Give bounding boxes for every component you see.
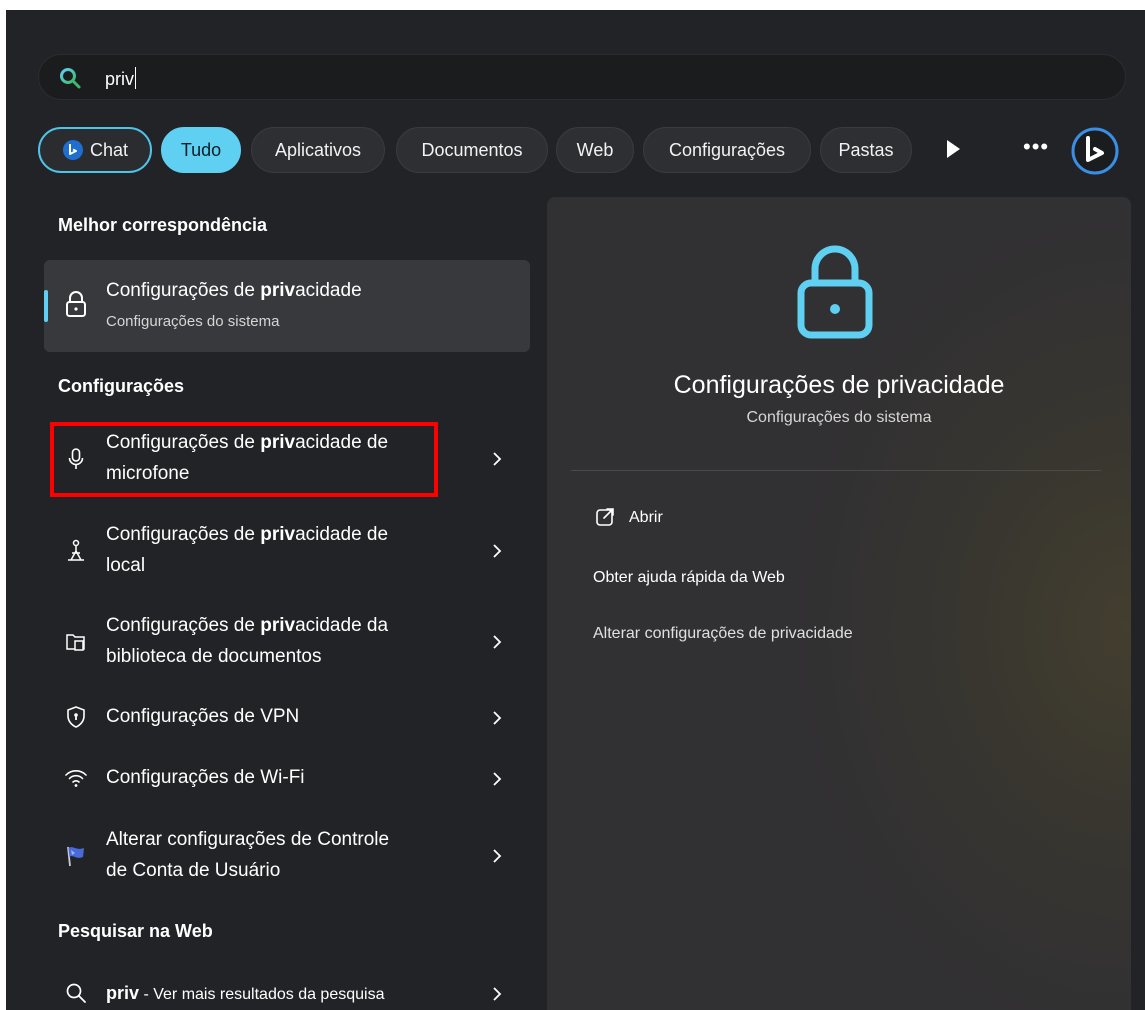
chevron-right-icon — [492, 451, 502, 467]
document-library-icon — [66, 634, 85, 651]
location-person-icon — [68, 539, 84, 561]
chip-chat-label: Chat — [89, 139, 129, 160]
settings-item-vpn[interactable]: Configurações de VPN — [50, 695, 530, 739]
preview-subtitle: Configurações do sistema — [746, 409, 932, 426]
chevron-right-icon — [492, 986, 502, 1002]
best-match-item[interactable]: Configurações de privacidade Configuraçõ… — [44, 260, 530, 352]
shield-icon — [67, 706, 85, 728]
chip-aplicativos[interactable]: Aplicativos — [251, 127, 385, 173]
settings-item-user-account-control[interactable]: Alterar configurações de Controle de Cont… — [50, 821, 530, 891]
settings-item-label: Alterar configurações de Controle de Cont… — [106, 829, 390, 881]
chip-chat[interactable]: Chat — [38, 127, 152, 173]
settings-item-label: Configurações de privacidade de local — [106, 524, 389, 576]
uac-flag-icon — [67, 846, 84, 867]
lock-icon — [66, 291, 86, 317]
settings-item-label: Configurações de VPN — [106, 706, 300, 727]
best-match-heading: Melhor correspondência — [58, 215, 268, 235]
bing-chat-icon — [62, 140, 83, 160]
chip-tudo-label: Tudo — [180, 139, 222, 160]
chevron-right-icon — [492, 848, 502, 864]
settings-heading: Configurações — [58, 376, 185, 396]
web-search-result[interactable]: priv - Ver mais resultados da pesquisa — [50, 973, 530, 1010]
chevron-right-icon — [492, 634, 502, 650]
chip-pastas[interactable]: Pastas — [820, 127, 912, 173]
chevron-right-icon — [492, 543, 502, 559]
chevron-right-icon — [492, 771, 502, 787]
chip-web[interactable]: Web — [556, 127, 634, 173]
chip-configuracoes-label: Configurações — [668, 139, 786, 160]
bing-icon[interactable] — [1070, 126, 1120, 176]
preview-title: Configurações de privacidade — [673, 371, 1005, 399]
settings-item-location-privacy[interactable]: Configurações de privacidade de local — [50, 516, 530, 586]
divider — [571, 470, 1101, 471]
text-caret — [135, 67, 137, 89]
chip-aplicativos-label: Aplicativos — [274, 139, 362, 160]
web-search-heading: Pesquisar na Web — [58, 921, 213, 941]
settings-item-document-library-privacy[interactable]: Configurações de privacidade da bibliotec… — [50, 607, 530, 677]
chip-pastas-label: Pastas — [838, 139, 894, 160]
wifi-icon — [65, 770, 87, 787]
search-input[interactable]: priv — [105, 67, 137, 90]
settings-item-wifi[interactable]: Configurações de Wi-Fi — [50, 756, 530, 800]
settings-item-label: Configurações de privacidade da bibliotec… — [106, 615, 389, 667]
search-icon — [66, 983, 86, 1003]
chip-web-label: Web — [576, 139, 614, 160]
selection-indicator — [44, 290, 48, 322]
search-box[interactable]: priv — [38, 54, 1126, 100]
settings-item-label: Configurações de Wi-Fi — [106, 767, 305, 788]
quick-help-action[interactable]: Obter ajuda rápida da Web — [593, 569, 785, 587]
open-external-icon — [596, 508, 614, 526]
best-match-title: Configurações de privacidade — [106, 280, 362, 301]
lock-icon — [797, 245, 873, 339]
more-filters-play-icon[interactable] — [947, 140, 960, 158]
chevron-right-icon — [492, 710, 502, 726]
chip-documentos[interactable]: Documentos — [396, 127, 548, 173]
best-match-subtitle: Configurações do sistema — [106, 313, 280, 330]
chip-configuracoes[interactable]: Configurações — [643, 127, 811, 173]
web-search-label: priv - Ver mais resultados da pesquisa — [106, 983, 385, 1003]
more-options-icon[interactable]: ••• — [1023, 134, 1049, 160]
search-panel: priv Chat Tudo Aplicativos Documentos We… — [6, 10, 1145, 1010]
change-privacy-settings-action[interactable]: Alterar configurações de privacidade — [593, 625, 853, 643]
highlight-box — [50, 422, 438, 497]
search-icon — [60, 68, 81, 89]
open-action[interactable]: Abrir — [629, 509, 663, 527]
preview-pane: Configurações de privacidade Configuraçõ… — [547, 197, 1131, 1010]
chip-documentos-label: Documentos — [421, 139, 523, 160]
chip-tudo[interactable]: Tudo — [161, 127, 241, 173]
